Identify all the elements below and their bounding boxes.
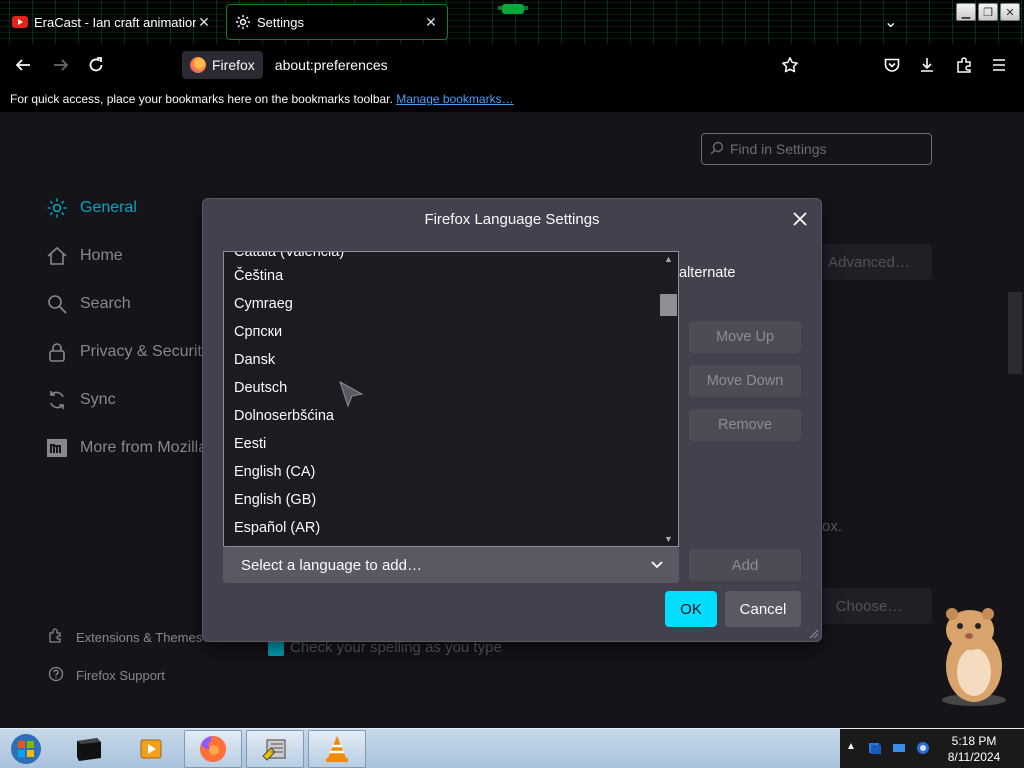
system-tray: ▲ 5:18 PM 8/11/2024 <box>840 729 1024 768</box>
dialog-title: Firefox Language Settings <box>424 211 600 228</box>
language-item[interactable]: Català (Valencià) <box>234 252 344 260</box>
tab-eracast[interactable]: EraCast - Ian craft animation ✕ <box>4 4 220 40</box>
background-alternate-text: alternate <box>679 265 736 281</box>
select-placeholder: Select a language to add… <box>241 556 422 574</box>
show-hidden-icons-icon[interactable]: ▲ <box>846 741 860 755</box>
list-all-tabs-icon[interactable]: ⌄ <box>884 12 902 31</box>
language-settings-dialog: Firefox Language Settings Català (Valenc… <box>202 198 822 642</box>
minimize-button[interactable]: ▁ <box>956 3 976 21</box>
resize-grip-icon[interactable] <box>809 629 819 639</box>
close-window-button[interactable]: ✕ <box>1000 3 1020 21</box>
taskbar-app-media-player[interactable] <box>122 730 180 768</box>
vlc-icon <box>326 736 348 762</box>
utility-app-icon <box>262 739 286 761</box>
firefox-icon <box>200 736 226 762</box>
hamster-mascot-image <box>942 608 1006 706</box>
cancel-button[interactable]: Cancel <box>725 591 801 627</box>
windows-taskbar: ▲ 5:18 PM 8/11/2024 <box>0 728 1024 768</box>
back-icon[interactable] <box>12 54 34 76</box>
identity-box[interactable]: Firefox <box>182 51 263 79</box>
list-scrollbar[interactable]: ▲ ▼ <box>660 252 678 546</box>
tab-title: Settings <box>257 14 304 30</box>
language-item[interactable]: Cymraeg <box>234 296 293 312</box>
language-item[interactable]: Español (AR) <box>234 520 320 536</box>
add-language-select[interactable]: Select a language to add… <box>223 547 679 583</box>
volume-icon[interactable] <box>916 741 930 755</box>
start-button-icon[interactable] <box>4 731 56 767</box>
gear-icon <box>236 15 250 29</box>
theme-decoration <box>498 4 528 14</box>
clock-time: 5:18 PM <box>951 734 997 748</box>
mouse-cursor <box>339 380 364 408</box>
language-list[interactable]: Català (Valencià) Čeština Cymraeg Српски… <box>223 251 679 547</box>
tab-settings[interactable]: Settings ✕ <box>226 4 448 40</box>
add-button[interactable]: Add <box>689 549 801 581</box>
language-item[interactable]: Eesti <box>234 436 266 452</box>
window-controls: ▁ ❐ ✕ <box>956 3 1020 21</box>
extensions-icon[interactable] <box>953 54 975 76</box>
ok-button[interactable]: OK <box>665 591 717 627</box>
language-item[interactable]: Dansk <box>234 352 275 368</box>
language-item[interactable]: Dolnoserbšćina <box>234 408 334 424</box>
identity-label: Firefox <box>212 57 255 73</box>
clock-date: 8/11/2024 <box>947 750 1001 764</box>
chevron-down-icon <box>649 556 665 576</box>
language-item[interactable]: English (GB) <box>234 492 316 508</box>
taskbar-app-utility[interactable] <box>246 730 304 768</box>
url-text[interactable]: about:preferences <box>275 57 388 73</box>
manage-bookmarks-link[interactable]: Manage bookmarks… <box>396 92 513 106</box>
taskbar-app-terminal[interactable] <box>60 730 118 768</box>
tab-title: EraCast - Ian craft animation <box>34 14 196 30</box>
tab-close-icon[interactable]: ✕ <box>423 14 439 31</box>
scrollbar-thumb[interactable] <box>660 294 677 316</box>
close-icon[interactable] <box>789 208 811 230</box>
move-up-button[interactable]: Move Up <box>689 321 801 353</box>
clock[interactable]: 5:18 PM 8/11/2024 <box>944 733 1004 765</box>
bookmarks-toolbar: For quick access, place your bookmarks h… <box>0 86 1024 112</box>
tab-close-icon[interactable]: ✕ <box>196 14 212 31</box>
bookmarks-message: For quick access, place your bookmarks h… <box>10 92 393 106</box>
menu-icon[interactable] <box>988 54 1010 76</box>
star-icon[interactable] <box>779 54 801 76</box>
language-item[interactable]: Deutsch <box>234 380 287 396</box>
display-icon[interactable] <box>892 741 906 755</box>
firefox-icon <box>190 57 206 73</box>
language-item[interactable]: English (CA) <box>234 464 315 480</box>
downloads-icon[interactable] <box>916 54 938 76</box>
forward-icon[interactable] <box>50 54 72 76</box>
tab-bar: EraCast - Ian craft animation ✕ Settings… <box>0 0 1024 44</box>
nav-bar: Firefox about:preferences <box>0 44 1024 86</box>
language-item[interactable]: Српски <box>234 324 282 340</box>
url-bar[interactable]: Firefox about:preferences <box>182 50 762 80</box>
media-player-icon <box>140 739 162 759</box>
reload-icon[interactable] <box>85 54 107 76</box>
taskbar-app-vlc[interactable] <box>308 730 366 768</box>
network-icon[interactable] <box>868 741 882 755</box>
taskbar-app-firefox[interactable] <box>184 730 242 768</box>
youtube-icon <box>12 16 28 28</box>
pocket-icon[interactable] <box>881 54 903 76</box>
scroll-up-icon[interactable]: ▲ <box>664 254 673 264</box>
scroll-down-icon[interactable]: ▼ <box>664 534 673 544</box>
restore-button[interactable]: ❐ <box>978 3 998 21</box>
move-down-button[interactable]: Move Down <box>689 365 801 397</box>
terminal-icon <box>77 738 101 761</box>
remove-button[interactable]: Remove <box>689 409 801 441</box>
language-item[interactable]: Čeština <box>234 268 283 284</box>
